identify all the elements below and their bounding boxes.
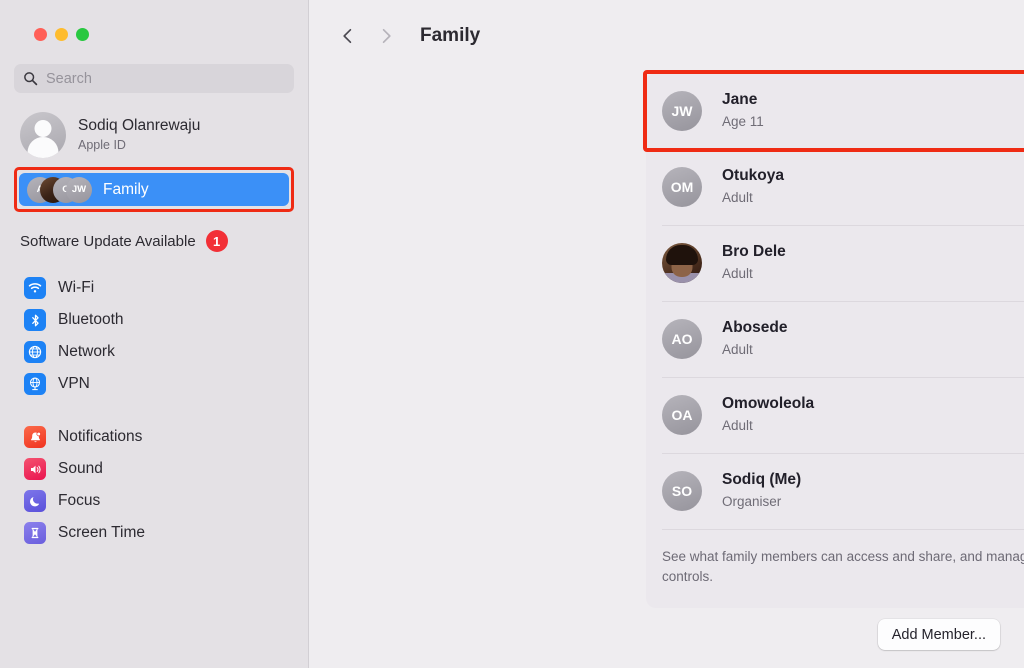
family-annotation-box: A O JW Family — [14, 167, 294, 212]
member-role: Age 11 — [722, 113, 764, 129]
member-role: Adult — [722, 265, 753, 281]
member-role: Adult — [722, 341, 753, 357]
family-description: See what family members can access and s… — [646, 529, 1024, 608]
chevron-right-icon[interactable] — [368, 18, 404, 54]
sidebar-item-label: VPN — [58, 375, 90, 392]
sidebar-item-label: Focus — [58, 492, 101, 509]
globe-icon — [24, 341, 46, 363]
sidebar-item-bluetooth[interactable]: Bluetooth — [20, 304, 288, 336]
table-row[interactable]: AO Abosede Adult — [646, 301, 1024, 377]
sidebar-item-vpn[interactable]: VPN — [20, 368, 288, 400]
sidebar-item-family[interactable]: A O JW Family — [19, 173, 289, 206]
sidebar-item-label: Screen Time — [58, 524, 146, 541]
system-settings-window: Sodiq Olanrewaju Apple ID A O JW Family … — [0, 0, 1024, 668]
window-traffic-lights — [20, 0, 294, 41]
sidebar-item-screen-time[interactable]: Screen Time — [20, 517, 288, 549]
page-title: Family — [420, 25, 481, 46]
sidebar-item-focus[interactable]: Focus — [20, 485, 288, 517]
sidebar-item-label: Network — [58, 343, 115, 360]
search-icon — [23, 71, 38, 86]
sidebar-item-network[interactable]: Network — [20, 336, 288, 368]
toolbar: Family — [309, 0, 1024, 72]
member-name: Bro Dele — [722, 243, 786, 261]
sidebar: Sodiq Olanrewaju Apple ID A O JW Family … — [0, 0, 309, 668]
sidebar-group-network: Wi-Fi Bluetooth Network VPN — [14, 272, 294, 400]
table-row[interactable]: OM Otukoya Adult — [646, 149, 1024, 225]
avatar: OA — [662, 395, 702, 435]
sidebar-item-label-family: Family — [103, 180, 149, 198]
account-name: Sodiq Olanrewaju — [78, 117, 201, 135]
software-update-row[interactable]: Software Update Available 1 — [14, 229, 294, 253]
table-row[interactable]: SO Sodiq (Me) Organiser — [646, 453, 1024, 529]
sidebar-item-sound[interactable]: Sound — [20, 453, 288, 485]
moon-icon — [24, 490, 46, 512]
search-input[interactable] — [46, 70, 285, 87]
bluetooth-icon — [24, 309, 46, 331]
sidebar-item-label: Notifications — [58, 428, 143, 445]
member-role: Adult — [722, 189, 753, 205]
bell-icon — [24, 426, 46, 448]
content-pane: Family JW Jane Age 11 OM Otukoya Adult B… — [309, 0, 1024, 668]
avatar: JW — [662, 91, 702, 131]
sidebar-item-label: Wi-Fi — [58, 279, 95, 296]
sidebar-item-label: Bluetooth — [58, 311, 124, 328]
sidebar-item-wifi[interactable]: Wi-Fi — [20, 272, 288, 304]
sidebar-item-label: Sound — [58, 460, 103, 477]
account-subtitle: Apple ID — [78, 137, 126, 152]
zoom-button[interactable] — [76, 28, 89, 41]
status-badge: 1 — [205, 230, 228, 252]
table-row[interactable]: Bro Dele Adult — [646, 225, 1024, 301]
member-name: Sodiq (Me) — [722, 471, 802, 489]
apple-id-account-row[interactable]: Sodiq Olanrewaju Apple ID — [14, 109, 294, 161]
table-row[interactable]: JW Jane Age 11 — [646, 73, 1024, 149]
close-button[interactable] — [34, 28, 47, 41]
member-name: Otukoya — [722, 167, 785, 185]
chevron-left-icon[interactable] — [330, 18, 366, 54]
speaker-icon — [24, 458, 46, 480]
search-field[interactable] — [14, 64, 294, 93]
vpn-globe-icon — [24, 373, 46, 395]
member-name: Abosede — [722, 319, 788, 337]
avatar: AO — [662, 319, 702, 359]
avatar — [662, 243, 702, 283]
member-role: Adult — [722, 417, 753, 433]
minimize-button[interactable] — [55, 28, 68, 41]
wifi-icon — [24, 277, 46, 299]
avatar — [20, 112, 66, 158]
member-role: Organiser — [722, 493, 782, 509]
avatar: OM — [662, 167, 702, 207]
family-members-card: JW Jane Age 11 OM Otukoya Adult Bro Dele… — [646, 73, 1024, 608]
table-row[interactable]: OA Omowoleola Adult — [646, 377, 1024, 453]
hourglass-icon — [24, 522, 46, 544]
avatar: SO — [662, 471, 702, 511]
member-name: Jane — [722, 91, 758, 109]
sidebar-group-system: Notifications Sound Focus Screen Time — [14, 421, 294, 549]
software-update-label: Software Update Available — [20, 232, 196, 250]
member-name: Omowoleola — [722, 395, 815, 413]
sidebar-item-notifications[interactable]: Notifications — [20, 421, 288, 453]
family-avatar-4: JW — [66, 176, 92, 203]
family-avatar-cluster: A O JW — [27, 176, 93, 203]
add-member-button[interactable]: Add Member... — [877, 619, 1000, 650]
